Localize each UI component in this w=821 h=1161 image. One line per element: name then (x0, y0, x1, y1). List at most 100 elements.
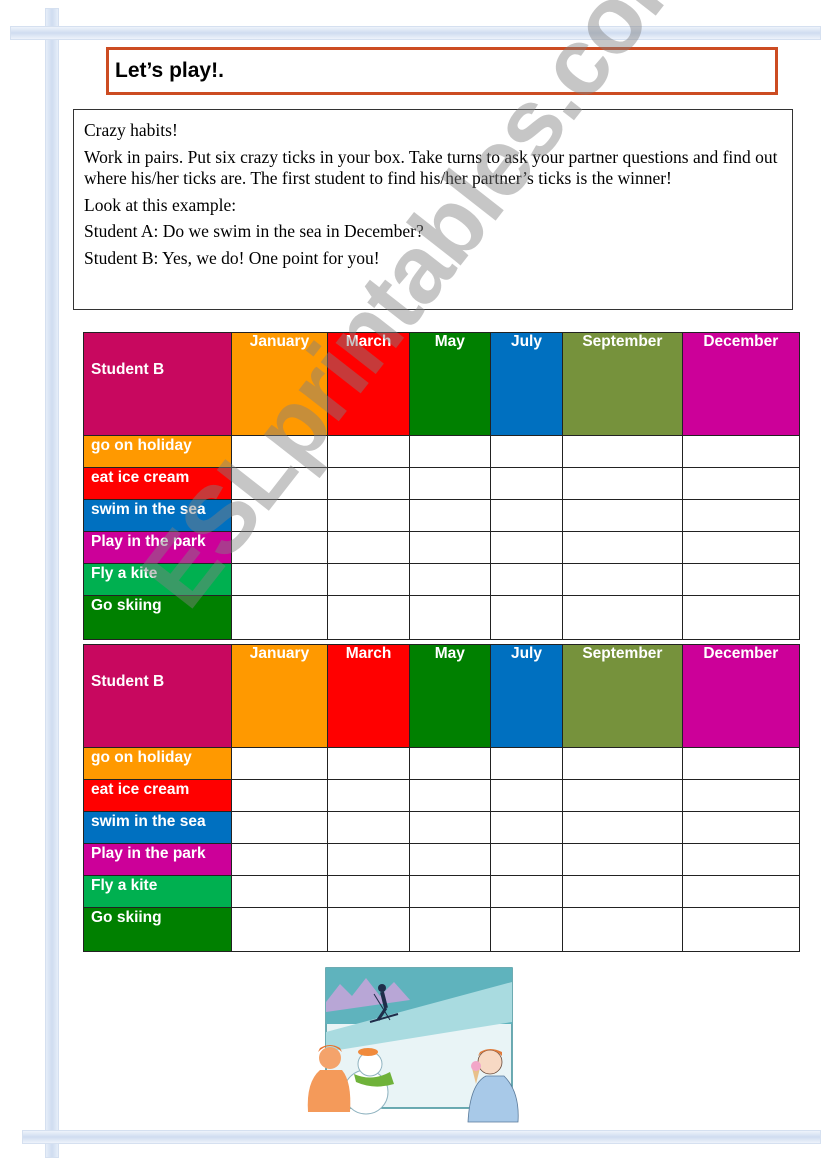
tick-cell[interactable] (562, 747, 683, 780)
tick-cell[interactable] (562, 563, 683, 596)
tick-cell[interactable] (230, 531, 329, 564)
tick-cell[interactable] (681, 747, 801, 780)
tick-cell[interactable] (408, 499, 491, 532)
tick-cell[interactable] (562, 531, 683, 564)
month-header-march: March (327, 332, 410, 436)
table-row: go on holiday (83, 747, 801, 780)
tick-cell[interactable] (562, 843, 683, 876)
page-rail-vertical (45, 8, 59, 1158)
tick-cell[interactable] (681, 435, 801, 468)
tick-cell[interactable] (681, 907, 801, 952)
tick-cell[interactable] (408, 595, 491, 640)
month-header-july: July (489, 644, 564, 748)
activity-label: Go skiing (83, 595, 232, 640)
tick-cell[interactable] (230, 811, 329, 844)
tick-cell[interactable] (230, 467, 329, 500)
tick-cell[interactable] (230, 843, 329, 876)
tick-cell[interactable] (681, 563, 801, 596)
tick-cell[interactable] (408, 907, 491, 952)
tick-cell[interactable] (562, 811, 683, 844)
tick-cell[interactable] (408, 811, 491, 844)
table-row: eat ice cream (83, 467, 801, 500)
tick-cell[interactable] (408, 435, 491, 468)
tick-cell[interactable] (327, 875, 410, 908)
tick-cell[interactable] (489, 747, 564, 780)
table-row: Fly a kite (83, 563, 801, 596)
tick-cell[interactable] (489, 563, 564, 596)
tick-cell[interactable] (327, 907, 410, 952)
tick-cell[interactable] (489, 779, 564, 812)
tick-cell[interactable] (230, 595, 329, 640)
tick-cell[interactable] (489, 843, 564, 876)
tick-cell[interactable] (489, 875, 564, 908)
month-header-september: September (562, 332, 683, 436)
tick-cell[interactable] (230, 499, 329, 532)
tick-cell[interactable] (562, 907, 683, 952)
tick-cell[interactable] (681, 467, 801, 500)
tick-cell[interactable] (681, 843, 801, 876)
tick-cell[interactable] (562, 499, 683, 532)
tick-cell[interactable] (327, 563, 410, 596)
tick-cell[interactable] (562, 779, 683, 812)
winter-illustration (307, 967, 519, 1123)
activity-label: swim in the sea (83, 499, 232, 532)
activity-label: Play in the park (83, 531, 232, 564)
tick-cell[interactable] (489, 907, 564, 952)
tick-cell[interactable] (327, 467, 410, 500)
tick-cell[interactable] (408, 843, 491, 876)
tick-cell[interactable] (327, 843, 410, 876)
instructions-body: Work in pairs. Put six crazy ticks in yo… (84, 146, 778, 189)
page-rail-top (10, 26, 821, 40)
tick-cell[interactable] (408, 531, 491, 564)
activity-label: Go skiing (83, 907, 232, 952)
tick-cell[interactable] (562, 595, 683, 640)
example-student-a: Student A: Do we swim in the sea in Dece… (84, 221, 424, 241)
tick-cell[interactable] (681, 811, 801, 844)
tick-cell[interactable] (327, 531, 410, 564)
tick-cell[interactable] (230, 747, 329, 780)
tick-cell[interactable] (230, 779, 329, 812)
header-row: Student B January March May July September Dec… (83, 644, 801, 748)
activity-label: Fly a kite (83, 563, 232, 596)
tick-cell[interactable] (681, 779, 801, 812)
tick-cell[interactable] (408, 875, 491, 908)
corner-label: Student B (83, 644, 232, 748)
activity-label: swim in the sea (83, 811, 232, 844)
tick-cell[interactable] (489, 435, 564, 468)
tick-cell[interactable] (681, 499, 801, 532)
month-header-september: September (562, 644, 683, 748)
tick-cell[interactable] (408, 563, 491, 596)
tick-cell[interactable] (327, 779, 410, 812)
tick-cell[interactable] (327, 435, 410, 468)
tick-cell[interactable] (408, 747, 491, 780)
tick-cell[interactable] (562, 435, 683, 468)
tick-cell[interactable] (681, 531, 801, 564)
tick-cell[interactable] (562, 875, 683, 908)
table-row: Play in the park (83, 531, 801, 564)
tick-cell[interactable] (327, 747, 410, 780)
tick-cell[interactable] (230, 435, 329, 468)
tick-cell[interactable] (230, 907, 329, 952)
instructions-heading: Crazy habits! (84, 120, 178, 140)
tick-cell[interactable] (230, 875, 329, 908)
activity-label: go on holiday (83, 435, 232, 468)
tick-cell[interactable] (327, 499, 410, 532)
example-intro: Look at this example: (84, 194, 237, 215)
activity-grid-1: Student B January March May July September Dec… (83, 332, 801, 640)
tick-cell[interactable] (562, 467, 683, 500)
tick-cell[interactable] (489, 531, 564, 564)
tick-cell[interactable] (681, 595, 801, 640)
tick-cell[interactable] (489, 595, 564, 640)
tick-cell[interactable] (489, 499, 564, 532)
table-row: swim in the sea (83, 811, 801, 844)
tick-cell[interactable] (230, 563, 329, 596)
tick-cell[interactable] (489, 467, 564, 500)
table-row: Go skiing (83, 595, 801, 640)
tick-cell[interactable] (327, 811, 410, 844)
tick-cell[interactable] (489, 811, 564, 844)
tick-cell[interactable] (408, 779, 491, 812)
header-row: Student B January March May July September Dec… (83, 332, 801, 436)
tick-cell[interactable] (681, 875, 801, 908)
tick-cell[interactable] (408, 467, 491, 500)
tick-cell[interactable] (327, 595, 410, 640)
